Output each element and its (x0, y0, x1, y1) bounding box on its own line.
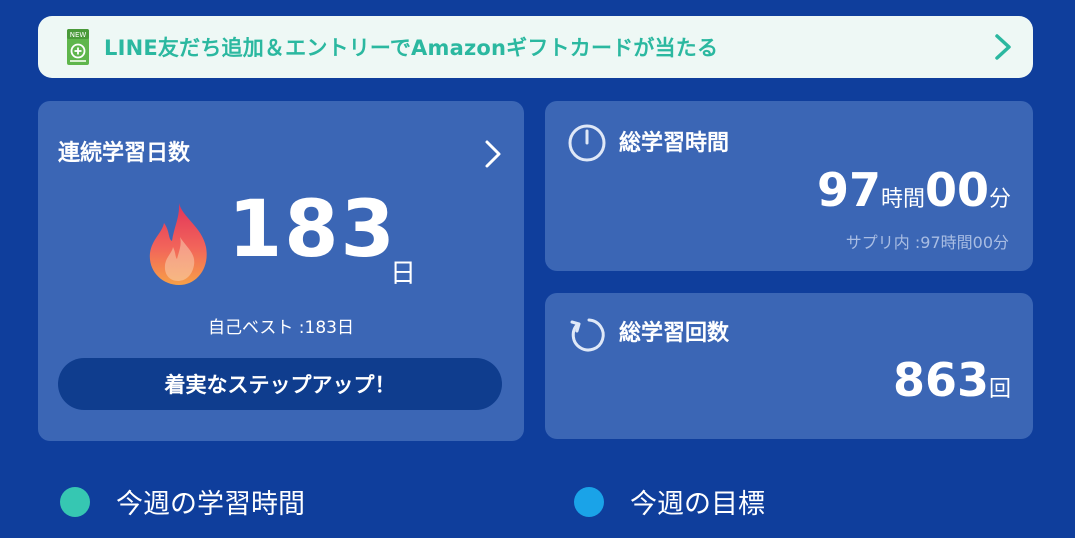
clock-icon (568, 124, 606, 162)
new-add-friend-icon: NEW (67, 29, 89, 65)
encouragement-message: 着実なステップアップ！ (58, 358, 502, 410)
total-time-value: 97時間00分 (817, 167, 1011, 213)
legend-weekly-goal: 今週の目標 (574, 482, 765, 521)
legend-dot-study-time (60, 486, 90, 517)
total-count-value: 863回 (893, 357, 1011, 403)
refresh-icon (570, 318, 605, 352)
legend-label: 今週の学習時間 (116, 489, 305, 520)
streak-days-unit: 日 (390, 259, 417, 289)
line-campaign-banner[interactable]: NEW LINE友だち追加＆エントリーでAmazonギフトカードが当たる (38, 16, 1033, 78)
streak-days-value: 183 (228, 185, 397, 275)
legend-label: 今週の目標 (630, 489, 765, 520)
total-count-title: 総学習回数 (619, 321, 730, 346)
svg-text:NEW: NEW (70, 31, 87, 39)
total-time-title: 総学習時間 (619, 131, 730, 156)
total-time-card: 総学習時間 97時間00分 サプリ内 :97時間00分 (545, 101, 1033, 271)
total-count-number: 863 (892, 353, 989, 407)
legend-dot-goal (574, 486, 604, 517)
chevron-right-icon (485, 140, 501, 168)
count-unit: 回 (988, 377, 1011, 402)
banner-text: LINE友だち追加＆エントリーでAmazonギフトカードが当たる (104, 36, 719, 60)
flame-icon (149, 203, 207, 285)
personal-best-label: 自己ベスト :183日 (208, 318, 354, 338)
chevron-right-icon (995, 34, 1011, 60)
total-time-hours: 97 (816, 163, 881, 217)
total-time-minutes: 00 (924, 163, 989, 217)
in-app-time-note: サプリ内 :97時間00分 (845, 233, 1009, 252)
minutes-unit: 分 (988, 187, 1011, 212)
streak-card[interactable]: 連続学習日数 183 日 自己ベスト :183日 着実なステップアップ！ (38, 101, 524, 441)
total-count-card: 総学習回数 863回 (545, 293, 1033, 439)
legend-weekly-study-time: 今週の学習時間 (60, 482, 305, 521)
hours-unit: 時間 (880, 187, 925, 212)
streak-title: 連続学習日数 (58, 141, 191, 166)
